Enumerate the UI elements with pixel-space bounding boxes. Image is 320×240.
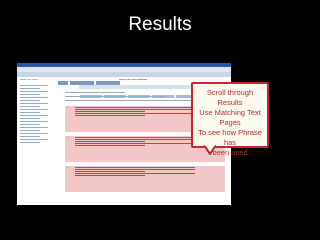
sidebar-heading: Narrow Your Search [20,79,38,81]
result-snippet [75,169,195,170]
sidebar-item[interactable] [20,88,40,89]
sidebar-item[interactable] [20,103,48,104]
sidebar-item[interactable] [20,142,40,143]
result-number: 2. [67,137,69,139]
sidebar-item[interactable] [20,97,48,98]
result-snippet [75,145,145,146]
sidebar-item[interactable] [20,112,40,113]
results-sidebar: Narrow Your Search [18,78,58,203]
sidebar-item[interactable] [20,94,40,95]
sidebar-item[interactable] [20,136,40,137]
sidebar-item[interactable] [20,91,48,92]
result-snippet [75,109,195,110]
results-info-line [65,96,165,97]
result-snippet [75,175,145,176]
sidebar-item[interactable] [20,139,48,140]
result-snippet [75,113,195,114]
sidebar-item[interactable] [20,121,48,122]
sidebar-item[interactable] [20,118,40,119]
browser-tab-strip[interactable] [17,72,231,85]
result-snippet [75,139,195,140]
result-snippet [75,173,195,174]
result-number: 1. [67,107,69,109]
sidebar-item[interactable] [20,133,48,134]
sidebar-item[interactable] [20,109,48,110]
sort-control[interactable] [65,92,125,93]
sidebar-item[interactable] [20,115,48,116]
callout-tail [204,145,216,155]
sidebar-item[interactable] [20,130,40,131]
page-heading: Search Lexis Nexis Academic [119,79,148,81]
callout-line: Scroll through Results [206,88,254,107]
result-snippet [75,115,145,116]
result-item[interactable]: 3. [65,166,225,192]
result-title[interactable] [75,167,195,168]
sidebar-item[interactable] [20,100,40,101]
result-snippet [75,143,195,144]
sidebar-item[interactable] [20,124,40,125]
result-snippet [75,111,145,112]
sidebar-item[interactable] [20,106,40,107]
results-info-line [65,100,205,101]
result-title[interactable] [75,137,195,138]
callout-box: Scroll through Results Use Matching Text… [191,82,269,157]
sidebar-item[interactable] [20,127,48,128]
result-number: 3. [67,167,69,169]
result-snippet [75,141,145,142]
result-title[interactable] [75,107,195,108]
result-snippet [75,171,145,172]
slide-title: Results [128,14,192,35]
sidebar-item[interactable] [20,85,48,86]
callout-line: Use Matching Text Pages [199,108,261,127]
